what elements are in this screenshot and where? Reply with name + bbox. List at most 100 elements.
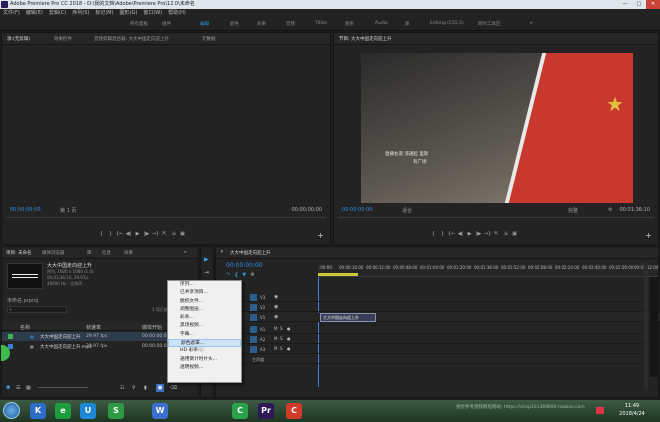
menu-item-offline-file[interactable]: 脱机文件... bbox=[168, 298, 241, 306]
play-icon[interactable]: ▶ bbox=[133, 231, 142, 237]
menu-item-transparent-video[interactable]: 透明视频... bbox=[168, 364, 241, 372]
tab-media-browser[interactable]: 媒体浏览器 bbox=[42, 250, 65, 256]
workspace-custom[interactable]: 跨时工具区 bbox=[478, 21, 501, 27]
tray-icon[interactable] bbox=[596, 407, 604, 414]
lift-icon[interactable]: ⇱ bbox=[492, 231, 501, 237]
workspace-audio-en[interactable]: Audio bbox=[375, 21, 388, 26]
selection-tool-icon[interactable]: ▶ bbox=[204, 256, 209, 263]
solo-button[interactable]: S bbox=[280, 336, 283, 341]
go-to-in-icon[interactable]: {← bbox=[447, 231, 456, 237]
program-timecode[interactable]: 00:00:00:00 bbox=[342, 207, 373, 213]
time-ruler[interactable]: :00:00 00:00:16:00 00:00:32:00 00:00:48:… bbox=[318, 261, 658, 277]
lock-icon[interactable]: ⚉ bbox=[6, 385, 10, 391]
new-bin-icon[interactable]: ▮ bbox=[144, 385, 147, 391]
tab-program[interactable]: 节目: 大大中国走向迎上升 bbox=[339, 36, 391, 42]
taskbar-app-browser[interactable]: e bbox=[55, 403, 71, 419]
source-add-button[interactable]: + bbox=[317, 231, 324, 240]
close-button[interactable]: ✕ bbox=[646, 0, 660, 9]
menu-item-adjustment-layer[interactable]: 调整图层... bbox=[168, 306, 241, 314]
label-color-swatch[interactable] bbox=[8, 334, 13, 339]
mark-out-icon[interactable]: } bbox=[106, 231, 115, 237]
menu-file[interactable]: 文件(F) bbox=[0, 9, 23, 18]
find-icon[interactable]: ⚲ bbox=[132, 385, 136, 391]
menu-help[interactable]: 帮助(H) bbox=[165, 9, 189, 18]
workspace-assembly[interactable]: 组件 bbox=[162, 21, 171, 27]
taskbar-app-camtasia[interactable]: C bbox=[232, 403, 248, 419]
source-timecode[interactable]: 00;00;00;00 bbox=[10, 207, 41, 213]
step-back-icon[interactable]: ◀| bbox=[124, 231, 133, 237]
workspace-audio[interactable]: 音频 bbox=[286, 21, 295, 27]
menu-item-black-video[interactable]: 黑场视频... bbox=[168, 322, 241, 330]
track-target[interactable] bbox=[250, 304, 257, 311]
tab-libraries[interactable]: 库 bbox=[87, 250, 92, 256]
track-select-tool-icon[interactable]: ⇥ bbox=[204, 269, 209, 276]
taskbar-app-u[interactable]: U bbox=[80, 403, 96, 419]
go-to-out-icon[interactable]: →} bbox=[483, 231, 492, 237]
menu-item-captions[interactable]: 字幕... bbox=[168, 331, 241, 339]
source-scrub-bar[interactable] bbox=[6, 217, 326, 218]
column-name[interactable]: 名称 bbox=[20, 324, 30, 331]
play-icon[interactable]: ▶ bbox=[465, 231, 474, 237]
menu-item-countdown-leader[interactable]: 通用倒计时片头... bbox=[168, 356, 241, 364]
clock-date[interactable]: 2018/4/24 bbox=[612, 411, 652, 417]
mark-in-icon[interactable]: { bbox=[429, 231, 438, 237]
column-fps[interactable]: 帧速率 bbox=[86, 324, 101, 331]
menu-item-hd-bars[interactable]: HD 彩条... bbox=[168, 347, 241, 355]
menu-marker[interactable]: 标记(M) bbox=[92, 9, 116, 18]
camera-icon[interactable]: ▣ bbox=[178, 231, 187, 237]
menu-sequence[interactable]: 序列(S) bbox=[69, 9, 92, 18]
go-to-in-icon[interactable]: {← bbox=[115, 231, 124, 237]
mute-button[interactable]: M bbox=[274, 346, 277, 351]
tab-metadata[interactable]: 元数据 bbox=[202, 36, 216, 42]
workspace-editing-cs55[interactable]: Editing (CS5.5) bbox=[430, 21, 464, 26]
tab-effects[interactable]: 效果 bbox=[124, 250, 133, 256]
step-forward-icon[interactable]: |▶ bbox=[142, 231, 151, 237]
workspace-all-panels[interactable]: 所有面板 bbox=[130, 21, 148, 27]
tab-info[interactable]: 信息 bbox=[102, 250, 111, 256]
menu-window[interactable]: 窗口(W) bbox=[140, 9, 165, 18]
clock-time[interactable]: 11:49 bbox=[612, 403, 652, 409]
workspace-more-button[interactable]: » bbox=[530, 21, 533, 26]
mic-icon[interactable]: ● bbox=[287, 326, 291, 331]
menu-graphics[interactable]: 图形(G) bbox=[117, 9, 141, 18]
workspace-effects[interactable]: 效果 bbox=[257, 21, 266, 27]
eye-icon[interactable]: ◉ bbox=[274, 314, 278, 320]
list-view-icon[interactable]: ☰ bbox=[16, 385, 20, 391]
taskbar-app-game[interactable]: S bbox=[108, 403, 124, 419]
track-target[interactable] bbox=[250, 326, 257, 333]
camera-icon[interactable]: ▣ bbox=[510, 231, 519, 237]
program-resolution-select[interactable]: 完整 bbox=[568, 207, 578, 214]
snap-icon[interactable]: ↷ bbox=[226, 272, 234, 278]
timeline-close-icon[interactable]: ✕ bbox=[220, 250, 224, 255]
solo-button[interactable]: S bbox=[280, 326, 283, 331]
workspace-libraries[interactable]: 库 bbox=[405, 21, 410, 27]
workspace-color[interactable]: 颜色 bbox=[230, 21, 239, 27]
timeline-clip[interactable]: 大大中国走向迎上升 bbox=[320, 313, 376, 322]
eye-icon[interactable]: ◉ bbox=[274, 304, 278, 310]
menu-clip[interactable]: 剪辑(C) bbox=[46, 9, 69, 18]
icon-view-icon[interactable]: ▦ bbox=[26, 385, 31, 391]
settings-wrench-icon[interactable]: ⚙ bbox=[250, 272, 258, 278]
menu-edit[interactable]: 编辑(E) bbox=[23, 9, 46, 18]
workspace-titles[interactable]: Titles bbox=[315, 21, 327, 26]
mic-icon[interactable]: ● bbox=[287, 336, 291, 341]
taskbar-app-premiere[interactable]: Pr bbox=[258, 403, 274, 419]
tab-source[interactable]: 源:(无剪辑) bbox=[7, 36, 30, 42]
project-search-input[interactable] bbox=[7, 306, 67, 313]
column-media-start[interactable]: 媒体开始 bbox=[142, 324, 162, 331]
track-target[interactable] bbox=[250, 336, 257, 343]
menu-item-color-matte[interactable]: 颜色遮罩... bbox=[168, 339, 241, 348]
overwrite-icon[interactable]: ⇲ bbox=[169, 231, 178, 237]
insert-icon[interactable]: ⇱ bbox=[160, 231, 169, 237]
step-forward-icon[interactable]: |▶ bbox=[474, 231, 483, 237]
timeline-scrollbar[interactable] bbox=[644, 263, 648, 389]
tab-effect-controls[interactable]: 效果控件 bbox=[54, 36, 72, 42]
go-to-out-icon[interactable]: →} bbox=[151, 231, 160, 237]
taskbar-app-word[interactable]: W bbox=[152, 403, 168, 419]
menu-item-shared-project[interactable]: 已共享项目... bbox=[168, 289, 241, 297]
work-area-bar[interactable] bbox=[318, 273, 358, 276]
mark-in-icon[interactable]: { bbox=[97, 231, 106, 237]
tab-project[interactable]: 项目: 未命名 bbox=[6, 250, 31, 256]
solo-button[interactable]: S bbox=[280, 346, 283, 351]
mark-out-icon[interactable]: } bbox=[438, 231, 447, 237]
